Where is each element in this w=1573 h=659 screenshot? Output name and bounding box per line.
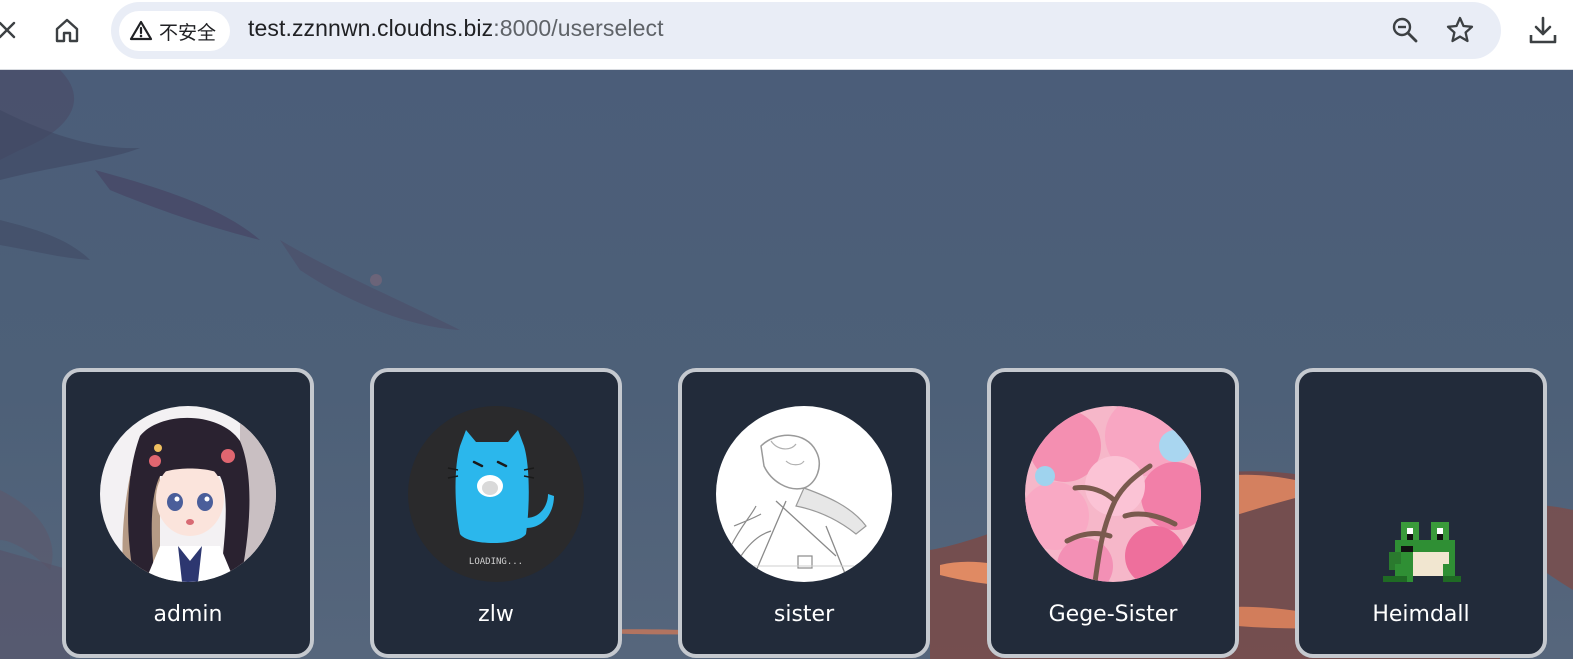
user-card-gege-sister[interactable]: Gege-Sister	[987, 368, 1239, 658]
user-card-zlw[interactable]: LOADING... zlw	[370, 368, 622, 658]
url-text[interactable]: test.zznnwn.cloudns.biz:8000/userselect	[248, 15, 664, 42]
security-indicator[interactable]: 不安全	[119, 11, 231, 51]
bookmark-button[interactable]	[1445, 15, 1475, 45]
anime-girl-avatar	[100, 406, 276, 582]
user-name: Gege-Sister	[1048, 602, 1178, 627]
downloads-button[interactable]	[1527, 14, 1559, 46]
user-card-sister[interactable]: sister	[678, 368, 930, 658]
sketch-avatar	[716, 406, 892, 582]
user-name: Heimdall	[1372, 602, 1470, 627]
star-icon	[1446, 16, 1474, 43]
pixel-frog-avatar	[1383, 522, 1461, 582]
zoom-out-icon	[1392, 17, 1418, 43]
address-bar[interactable]: 不安全 test.zznnwn.cloudns.biz:8000/usersel…	[111, 2, 1501, 59]
browser-toolbar: 不安全 test.zznnwn.cloudns.biz:8000/usersel…	[0, 0, 1573, 70]
user-name: sister	[773, 602, 835, 627]
warning-triangle-icon	[129, 20, 153, 41]
security-label: 不安全	[159, 21, 217, 44]
url-path: :8000/userselect	[493, 15, 664, 41]
cherry-blossom-avatar	[1025, 406, 1201, 582]
close-tab-button[interactable]	[0, 15, 24, 45]
close-icon	[0, 21, 16, 39]
blue-cat-loading-avatar: LOADING...	[408, 406, 584, 582]
user-card-heimdall[interactable]: Heimdall	[1295, 368, 1547, 658]
download-icon	[1529, 16, 1557, 44]
loading-text: LOADING...	[469, 557, 523, 567]
url-host: test.zznnwn.cloudns.biz	[248, 15, 494, 41]
page-viewport: admin LOADING... zlw sister Gege-Sister …	[0, 70, 1573, 659]
user-card-admin[interactable]: admin	[62, 368, 314, 658]
user-name: zlw	[478, 602, 514, 627]
user-name: admin	[153, 602, 223, 627]
home-button[interactable]	[52, 15, 82, 45]
home-icon	[55, 18, 79, 43]
zoom-button[interactable]	[1391, 16, 1419, 44]
